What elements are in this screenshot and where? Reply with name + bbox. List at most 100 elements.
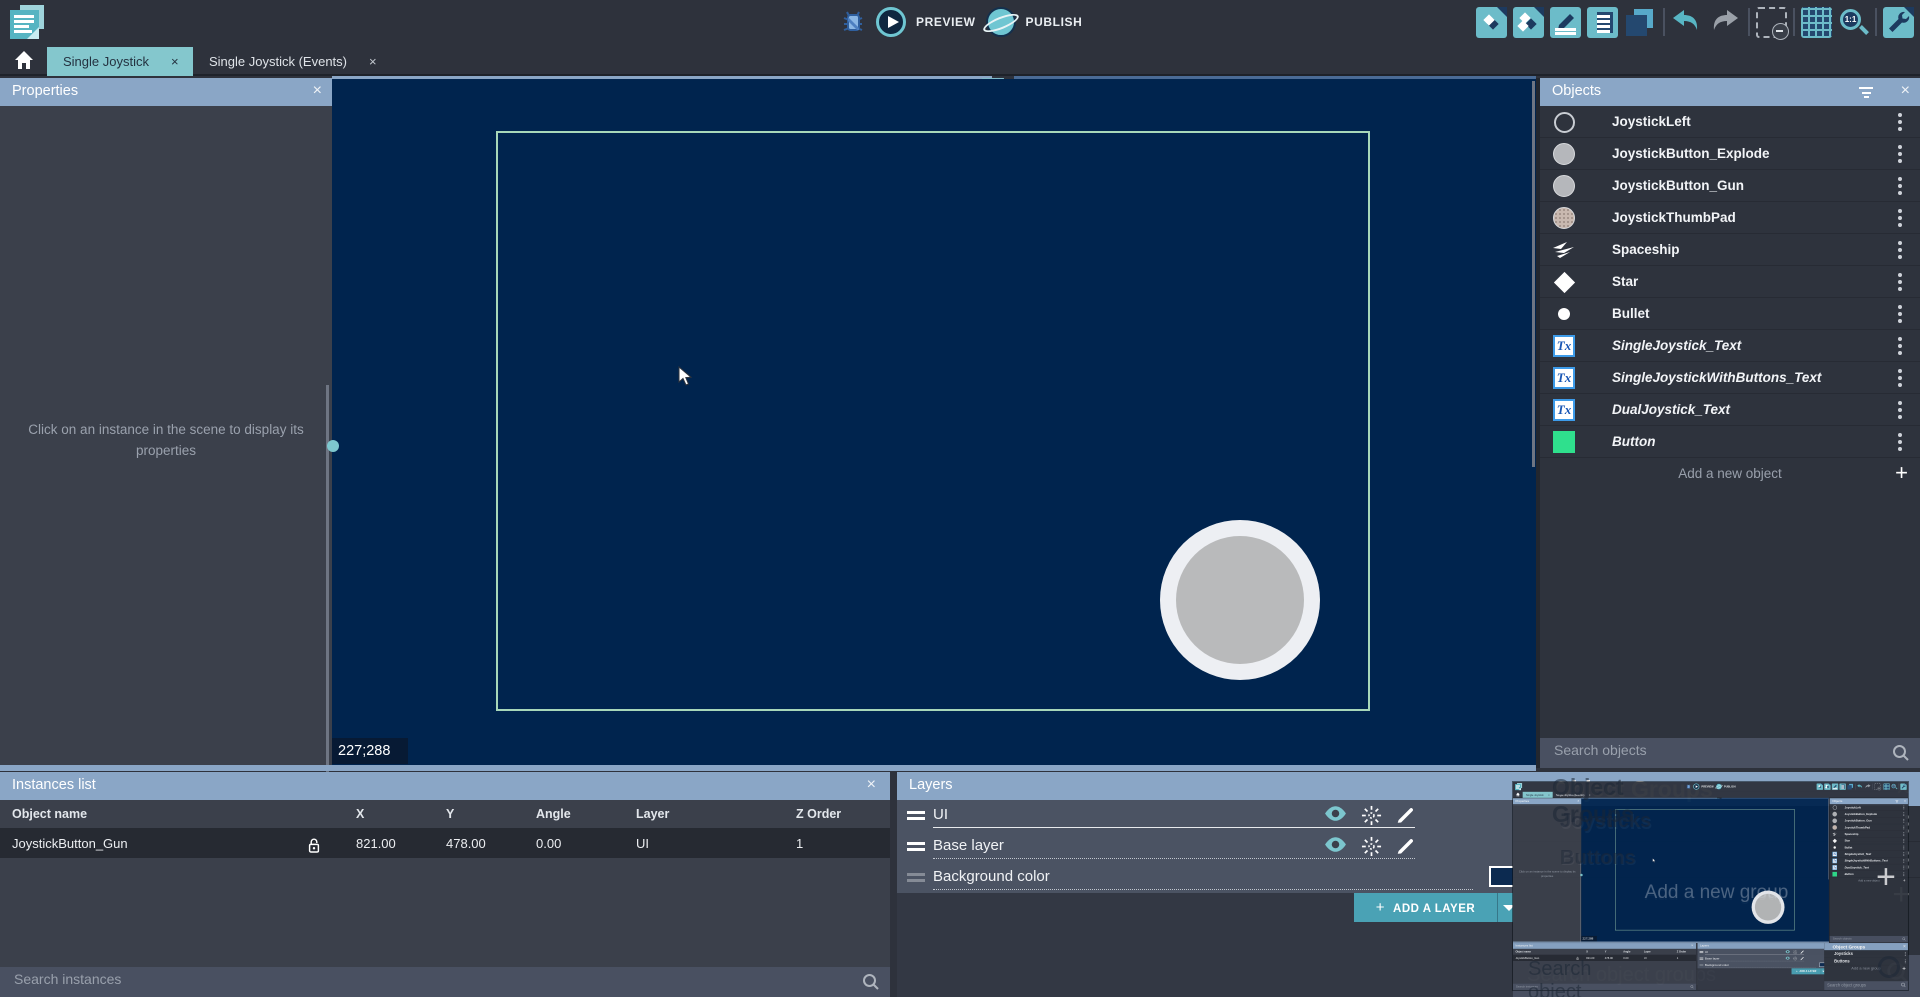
layer-row-ui[interactable]: UI bbox=[897, 800, 1513, 831]
debug-icon[interactable] bbox=[840, 8, 866, 36]
scene-scrollbar[interactable] bbox=[1532, 81, 1535, 467]
object-list-item[interactable]: JoystickLeft bbox=[1540, 106, 1920, 138]
instances-search-input[interactable] bbox=[12, 970, 728, 988]
instances-panel-header[interactable]: Instances list × bbox=[0, 772, 890, 800]
grid-icon[interactable] bbox=[1801, 7, 1832, 38]
object-menu-icon[interactable] bbox=[1898, 177, 1902, 181]
object-menu-icon[interactable] bbox=[1898, 113, 1902, 117]
object-list-item[interactable]: JoystickThumbPad bbox=[1540, 202, 1920, 234]
properties-panel-header[interactable]: Properties × bbox=[0, 78, 332, 106]
visibility-eye-icon[interactable] bbox=[1323, 836, 1348, 853]
tab-single-joystick-events[interactable]: Single Joystick (Events) × bbox=[193, 47, 393, 76]
object-menu-icon[interactable] bbox=[1898, 305, 1902, 309]
object-list-item[interactable]: JoystickButton_Gun bbox=[1540, 170, 1920, 202]
object-list-item[interactable]: Bullet bbox=[1540, 298, 1920, 330]
object-name: Spaceship bbox=[1612, 242, 1680, 257]
layer-name[interactable]: UI bbox=[933, 806, 948, 823]
clear-selection-icon[interactable] bbox=[1756, 7, 1787, 38]
instance-z-order: 1 bbox=[796, 836, 803, 851]
add-object-row[interactable]: Add a new object + bbox=[1540, 458, 1920, 491]
tab-label: Single Joystick bbox=[63, 54, 149, 69]
object-list-item[interactable]: Tx DualJoystick_Text bbox=[1540, 394, 1920, 426]
edit-pencil-icon[interactable] bbox=[1395, 805, 1415, 825]
close-icon[interactable]: × bbox=[1901, 82, 1910, 100]
add-layer-button[interactable]: +ADD A LAYER bbox=[1354, 893, 1497, 922]
drag-handle-icon[interactable] bbox=[907, 811, 925, 823]
object-menu-icon[interactable] bbox=[1898, 241, 1902, 245]
publish-planet-icon[interactable] bbox=[986, 7, 1016, 37]
redo-icon[interactable] bbox=[1709, 7, 1740, 38]
object-list-item[interactable]: JoystickButton_Explode bbox=[1540, 138, 1920, 170]
instance-object-name: JoystickButton_Gun bbox=[12, 836, 128, 851]
text-object-icon: Tx bbox=[1552, 366, 1576, 390]
properties-icon[interactable] bbox=[1550, 7, 1581, 38]
object-groups-icon[interactable] bbox=[1513, 7, 1544, 38]
preview-play-icon[interactable] bbox=[876, 7, 906, 37]
cursor-coordinates: 227;288 bbox=[332, 738, 408, 764]
objects-panel-icon[interactable] bbox=[1476, 7, 1507, 38]
object-name: JoystickThumbPad bbox=[1612, 210, 1736, 225]
layer-row-base[interactable]: Base layer bbox=[897, 831, 1513, 862]
objects-search-bar bbox=[1540, 738, 1920, 768]
object-menu-icon[interactable] bbox=[1898, 401, 1902, 405]
top-toolbar: PREVIEW PUBLISH 1:1 bbox=[0, 0, 1920, 44]
close-icon[interactable]: × bbox=[313, 82, 322, 100]
plus-icon: + bbox=[1376, 899, 1385, 916]
layers-list: UI Base layer Back bbox=[897, 800, 1513, 893]
tab-close-icon[interactable]: × bbox=[171, 54, 179, 69]
unlocked-padlock-icon[interactable] bbox=[306, 836, 322, 859]
object-menu-icon[interactable] bbox=[1898, 337, 1902, 341]
object-menu-icon[interactable] bbox=[1898, 209, 1902, 213]
gdevelop-logo-icon[interactable] bbox=[10, 5, 46, 39]
object-menu-icon[interactable] bbox=[1898, 145, 1902, 149]
layers-panel-header[interactable]: Layers bbox=[897, 772, 1513, 800]
edit-pencil-icon[interactable] bbox=[1395, 836, 1415, 856]
object-list-item[interactable]: Tx SingleJoystick_Text bbox=[1540, 330, 1920, 362]
horizontal-resize-divider[interactable] bbox=[0, 765, 1536, 771]
object-name: Bullet bbox=[1612, 306, 1650, 321]
filter-icon[interactable] bbox=[1858, 87, 1874, 101]
joystick-button-instance[interactable] bbox=[1160, 520, 1320, 680]
object-name: JoystickButton_Explode bbox=[1612, 146, 1770, 161]
object-menu-icon[interactable] bbox=[1898, 433, 1902, 437]
layers-icon[interactable] bbox=[1624, 7, 1655, 38]
objects-search-input[interactable] bbox=[1552, 741, 1860, 759]
close-icon[interactable]: × bbox=[867, 776, 876, 794]
scene-editor-canvas[interactable]: 227;288 bbox=[332, 79, 1536, 765]
settings-icon[interactable] bbox=[1883, 7, 1914, 38]
tab-close-icon[interactable]: × bbox=[369, 54, 377, 69]
layer-name-underline bbox=[933, 889, 1473, 890]
layer-effects-icon[interactable] bbox=[1361, 805, 1382, 826]
instance-table-row[interactable]: JoystickButton_Gun 821.00 478.00 0.00 UI… bbox=[0, 828, 890, 858]
visibility-eye-icon[interactable] bbox=[1323, 805, 1348, 822]
layer-name[interactable]: Background color bbox=[933, 868, 1050, 885]
publish-button[interactable]: PUBLISH bbox=[1026, 15, 1083, 29]
zoom-1-1-icon[interactable]: 1:1 bbox=[1838, 7, 1869, 38]
layer-effects-icon[interactable] bbox=[1361, 836, 1382, 857]
add-object-label: Add a new object bbox=[1540, 466, 1920, 481]
object-list-item[interactable]: Tx SingleJoystickWithButtons_Text bbox=[1540, 362, 1920, 394]
column-header: Z Order bbox=[796, 807, 841, 821]
object-menu-icon[interactable] bbox=[1898, 273, 1902, 277]
search-icon bbox=[862, 973, 880, 991]
properties-scrollbar[interactable] bbox=[326, 385, 329, 825]
preview-publish-group: PREVIEW PUBLISH bbox=[840, 0, 1082, 44]
object-list-item[interactable]: Button bbox=[1540, 426, 1920, 458]
panel-resize-handle[interactable] bbox=[327, 440, 339, 452]
layer-name-underline bbox=[933, 827, 1415, 828]
object-list-item[interactable]: Star bbox=[1540, 266, 1920, 298]
undo-icon[interactable] bbox=[1671, 7, 1702, 38]
window-drag-preview: PREVIEW PUBLISH 1:1 bbox=[1513, 782, 1908, 990]
layer-name[interactable]: Base layer bbox=[933, 837, 1004, 854]
tab-single-joystick[interactable]: Single Joystick × bbox=[47, 47, 193, 76]
objects-panel: Objects × JoystickLeft JoystickButton_Ex… bbox=[1536, 78, 1920, 768]
instances-list-icon[interactable] bbox=[1587, 7, 1618, 38]
object-menu-icon[interactable] bbox=[1898, 369, 1902, 373]
preview-button[interactable]: PREVIEW bbox=[916, 15, 976, 29]
object-list-item[interactable]: Spaceship bbox=[1540, 234, 1920, 266]
objects-panel-header[interactable]: Objects × bbox=[1540, 78, 1920, 106]
layer-row-background-color[interactable]: Background color bbox=[897, 862, 1513, 893]
plus-icon[interactable]: + bbox=[1895, 460, 1908, 486]
home-tab[interactable] bbox=[6, 46, 42, 74]
drag-handle-icon[interactable] bbox=[907, 842, 925, 854]
